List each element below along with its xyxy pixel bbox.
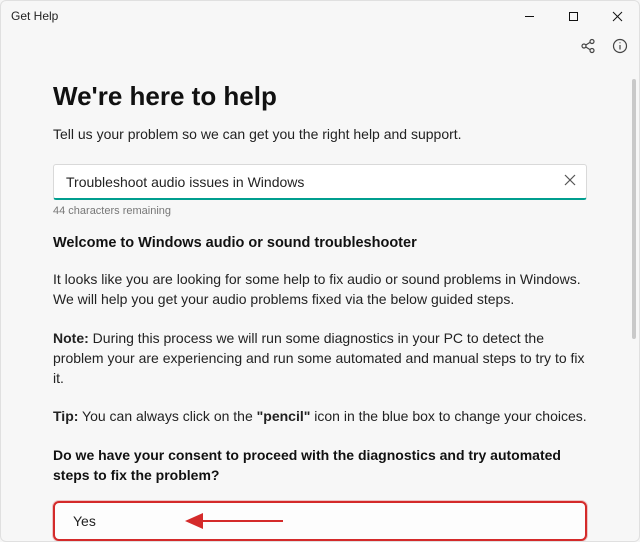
consent-yes-label: Yes — [73, 513, 96, 529]
tip-bold: "pencil" — [257, 408, 311, 424]
tip-pre: You can always click on the — [78, 408, 256, 424]
window-controls — [507, 1, 639, 31]
close-button[interactable] — [595, 1, 639, 31]
maximize-button[interactable] — [551, 1, 595, 31]
info-icon[interactable] — [611, 37, 629, 55]
search-input[interactable] — [66, 174, 550, 190]
intro-text: It looks like you are looking for some h… — [53, 269, 587, 310]
note-label: Note: — [53, 330, 89, 346]
tip-label: Tip: — [53, 408, 78, 424]
note-text: Note: During this process we will run so… — [53, 328, 587, 389]
clear-search-button[interactable] — [564, 173, 576, 191]
main-content: We're here to help Tell us your problem … — [1, 61, 639, 541]
tip-post: icon in the blue box to change your choi… — [310, 408, 586, 424]
titlebar: Get Help — [1, 1, 639, 31]
app-window: Get Help We're here to h — [0, 0, 640, 542]
app-title: Get Help — [11, 9, 58, 23]
chars-remaining: 44 characters remaining — [53, 205, 587, 217]
header-toolbar — [579, 37, 629, 55]
annotation-arrow — [185, 513, 283, 529]
tip-text: Tip: You can always click on the "pencil… — [53, 406, 587, 426]
share-icon[interactable] — [579, 37, 597, 55]
minimize-button[interactable] — [507, 1, 551, 31]
x-icon — [564, 174, 576, 186]
arrow-line — [203, 520, 283, 522]
note-body: During this process we will run some dia… — [53, 330, 585, 387]
search-field-wrap[interactable] — [53, 164, 587, 200]
maximize-icon — [568, 11, 579, 22]
arrow-head-icon — [185, 513, 203, 529]
consent-yes-button[interactable]: Yes — [53, 501, 587, 541]
close-icon — [612, 11, 623, 22]
page-subtitle: Tell us your problem so we can get you t… — [53, 126, 587, 142]
page-title: We're here to help — [53, 81, 587, 112]
minimize-icon — [524, 11, 535, 22]
troubleshooter-heading: Welcome to Windows audio or sound troubl… — [53, 235, 587, 251]
consent-question: Do we have your consent to proceed with … — [53, 445, 587, 486]
